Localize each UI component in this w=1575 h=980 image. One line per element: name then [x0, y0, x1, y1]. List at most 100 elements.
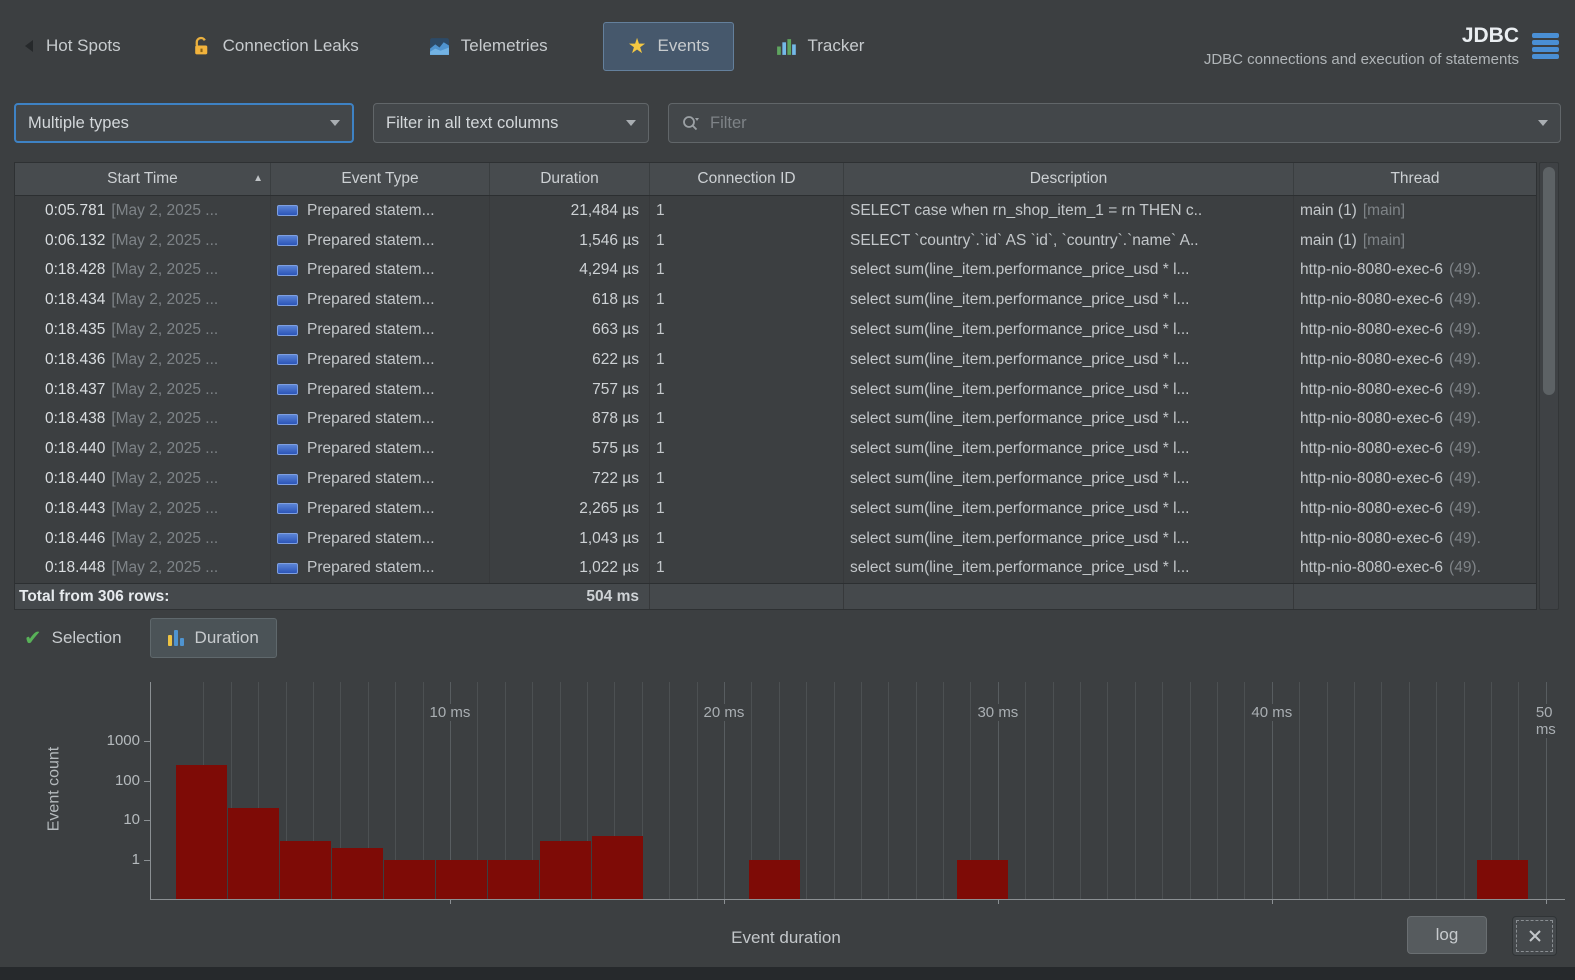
table-row[interactable]: 0:18.435[May 2, 2025 ... Prepared statem… [15, 315, 1536, 345]
table-row[interactable]: 0:18.437[May 2, 2025 ... Prepared statem… [15, 375, 1536, 405]
cell-connection-id: 1 [650, 196, 844, 226]
gridline [1190, 682, 1191, 899]
histogram-bar[interactable] [488, 860, 539, 900]
cell-duration: 757 µs [490, 375, 650, 405]
table-row[interactable]: 0:06.132[May 2, 2025 ... Prepared statem… [15, 226, 1536, 256]
cell-connection-id: 1 [650, 345, 844, 375]
cell-duration: 2,265 µs [490, 494, 650, 524]
y-tick-label: 100 [60, 772, 140, 789]
histogram-bar[interactable] [592, 836, 643, 899]
histogram-bar[interactable] [749, 860, 800, 900]
filter-history-caret-icon[interactable] [1538, 120, 1548, 126]
prepared-statement-icon [277, 354, 298, 365]
column-header-duration[interactable]: Duration [490, 163, 650, 195]
tab-hot-spots[interactable]: Hot Spots [8, 22, 136, 70]
histogram-bar[interactable] [228, 808, 279, 899]
histogram-bar[interactable] [280, 841, 331, 899]
histogram-bar[interactable] [176, 765, 227, 899]
cell-thread: http-nio-8080-exec-6 (49). [1294, 494, 1536, 524]
column-header-label: Thread [1390, 170, 1439, 188]
gridline [1217, 682, 1218, 899]
column-header-event-type[interactable]: Event Type [271, 163, 490, 195]
table-scrollbar[interactable] [1539, 162, 1559, 610]
table-row[interactable]: 0:18.436[May 2, 2025 ... Prepared statem… [15, 345, 1536, 375]
table-row[interactable]: 0:05.781[May 2, 2025 ... Prepared statem… [15, 196, 1536, 226]
cell-event-type: Prepared statem... [271, 464, 490, 494]
column-header-label: Start Time [107, 170, 178, 188]
cell-duration: 1,022 µs [490, 554, 650, 584]
tab-connection-leaks[interactable]: Connection Leaks [176, 22, 374, 71]
cell-duration: 575 µs [490, 434, 650, 464]
x-tick-mark [450, 899, 451, 904]
duration-toggle-button[interactable]: Duration [150, 618, 277, 658]
cell-description: select sum(line_item.performance_price_u… [844, 405, 1294, 435]
tab-events[interactable]: ★ Events [603, 22, 735, 71]
histogram-bar[interactable] [384, 860, 435, 900]
y-tick-mark [144, 741, 150, 742]
cell-start-time: 0:18.446[May 2, 2025 ... [15, 524, 271, 554]
gridline [1381, 682, 1382, 899]
histogram-bar[interactable] [332, 848, 383, 899]
prepared-statement-icon [277, 295, 298, 306]
cell-duration: 663 µs [490, 315, 650, 345]
cell-description: select sum(line_item.performance_price_u… [844, 434, 1294, 464]
cell-thread: http-nio-8080-exec-6 (49). [1294, 256, 1536, 286]
cell-start-time: 0:18.440[May 2, 2025 ... [15, 464, 271, 494]
chevron-down-icon [330, 120, 340, 126]
prepared-statement-icon [277, 384, 298, 395]
cell-connection-id: 1 [650, 315, 844, 345]
y-axis-line [150, 682, 151, 900]
table-row[interactable]: 0:18.448[May 2, 2025 ... Prepared statem… [15, 554, 1536, 584]
cell-connection-id: 1 [650, 524, 844, 554]
table-row[interactable]: 0:18.443[May 2, 2025 ... Prepared statem… [15, 494, 1536, 524]
tab-tracker[interactable]: Tracker [760, 22, 879, 71]
total-empty-cell [650, 584, 844, 609]
close-histogram-button[interactable] [1512, 916, 1557, 956]
column-header-connection-id[interactable]: Connection ID [650, 163, 844, 195]
table-row[interactable]: 0:18.440[May 2, 2025 ... Prepared statem… [15, 434, 1536, 464]
table-row[interactable]: 0:18.446[May 2, 2025 ... Prepared statem… [15, 524, 1536, 554]
y-tick-mark [144, 781, 150, 782]
gridline [806, 682, 807, 899]
log-button[interactable]: log [1407, 916, 1487, 954]
filter-input[interactable] [710, 114, 1517, 133]
horizontal-scrollbar[interactable] [0, 967, 1575, 980]
event-duration-histogram: Event count 10 ms20 ms30 ms40 ms50 ms Ev… [0, 666, 1575, 980]
tab-connection-leaks-label: Connection Leaks [223, 36, 359, 56]
cell-description: select sum(line_item.performance_price_u… [844, 494, 1294, 524]
x-tick-mark [1546, 899, 1547, 904]
gridline [834, 682, 835, 899]
column-header-description[interactable]: Description [844, 163, 1294, 195]
cell-event-type: Prepared statem... [271, 524, 490, 554]
histogram-bar[interactable] [436, 860, 487, 900]
tab-events-label: Events [658, 36, 710, 56]
column-header-start-time[interactable]: Start Time ▲ [15, 163, 271, 195]
x-axis-line [150, 899, 1565, 900]
cell-description: select sum(line_item.performance_price_u… [844, 554, 1294, 584]
gridline [1135, 682, 1136, 899]
table-row[interactable]: 0:18.438[May 2, 2025 ... Prepared statem… [15, 405, 1536, 435]
table-row[interactable]: 0:18.434[May 2, 2025 ... Prepared statem… [15, 285, 1536, 315]
cell-event-type: Prepared statem... [271, 315, 490, 345]
cell-start-time: 0:18.436[May 2, 2025 ... [15, 345, 271, 375]
table-row[interactable]: 0:18.440[May 2, 2025 ... Prepared statem… [15, 464, 1536, 494]
histogram-bar[interactable] [957, 860, 1008, 900]
filter-search-box[interactable] [668, 103, 1561, 143]
filter-columns-dropdown[interactable]: Filter in all text columns [373, 103, 649, 143]
cell-start-time: 0:18.434[May 2, 2025 ... [15, 285, 271, 315]
histogram-plot: 10 ms20 ms30 ms40 ms50 ms [176, 682, 1565, 899]
cell-duration: 1,043 µs [490, 524, 650, 554]
prepared-statement-icon [277, 265, 298, 276]
cell-start-time: 0:18.440[May 2, 2025 ... [15, 434, 271, 464]
table-row[interactable]: 0:18.428[May 2, 2025 ... Prepared statem… [15, 256, 1536, 286]
prepared-statement-icon [277, 325, 298, 336]
table-scrollbar-thumb[interactable] [1543, 167, 1555, 395]
event-types-dropdown[interactable]: Multiple types [14, 103, 354, 143]
cell-thread: http-nio-8080-exec-6 (49). [1294, 524, 1536, 554]
histogram-bar[interactable] [1477, 860, 1528, 900]
histogram-bar[interactable] [540, 841, 591, 899]
tab-telemetries[interactable]: Telemetries [414, 22, 563, 71]
duration-toggle-label: Duration [195, 628, 259, 648]
tracker-chart-icon [775, 36, 796, 57]
column-header-thread[interactable]: Thread [1294, 163, 1536, 195]
